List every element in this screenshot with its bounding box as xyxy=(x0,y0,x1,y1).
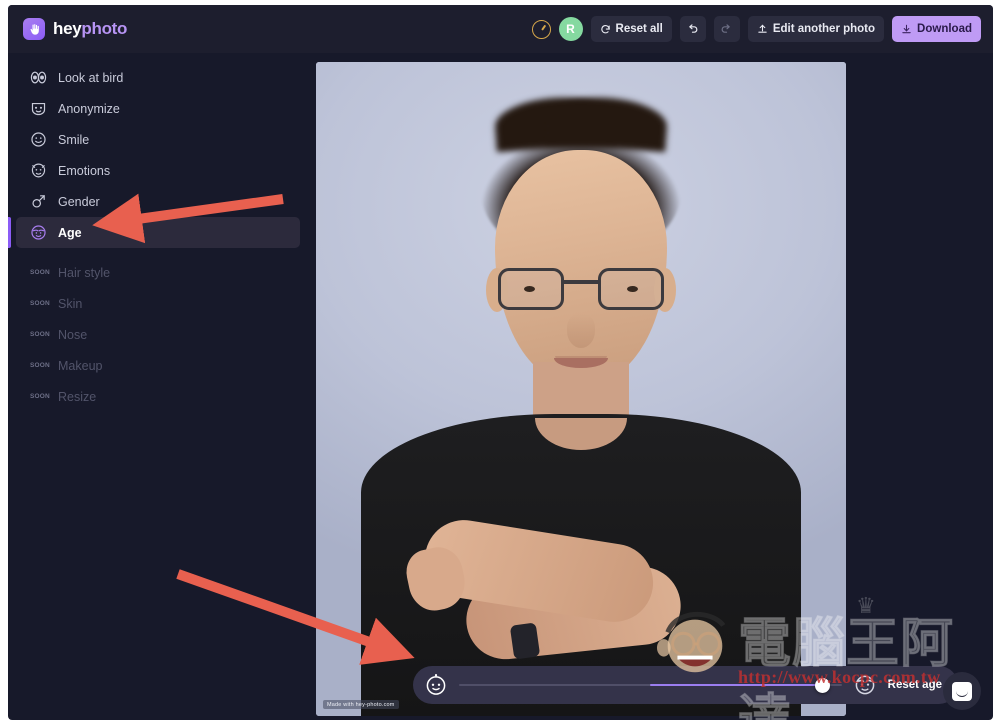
app-logo[interactable]: heyphoto xyxy=(23,18,127,40)
sidebar-item-hair-style: SOON Hair style xyxy=(16,257,300,288)
portrait-photo[interactable]: Made with hey-photo.com xyxy=(316,62,846,716)
redo-arrow-icon xyxy=(720,23,733,36)
age-slider-bar: Reset age xyxy=(413,666,958,704)
sidebar-item-label: Nose xyxy=(58,327,88,342)
redo-button[interactable] xyxy=(713,16,740,42)
reset-all-label: Reset all xyxy=(615,23,663,35)
logo-photo-text: photo xyxy=(81,19,128,38)
sidebar-item-label: Look at bird xyxy=(58,70,124,85)
baby-face-icon[interactable] xyxy=(423,672,449,698)
sidebar-item-label: Hair style xyxy=(58,265,111,280)
photo-wristwatch xyxy=(509,622,541,660)
waving-hand-icon xyxy=(23,18,45,40)
logo-hey-text: hey xyxy=(53,19,82,38)
sidebar-item-emotions[interactable]: Emotions xyxy=(16,155,300,186)
chat-widget-button[interactable] xyxy=(943,672,981,710)
heyphoto-app-window: heyphoto R Reset all Edit another photo … xyxy=(8,5,993,720)
soon-badge: SOON xyxy=(30,300,50,307)
edit-another-photo-label: Edit another photo xyxy=(772,23,876,35)
sidebar-item-label: Resize xyxy=(58,389,97,404)
age-face-icon xyxy=(30,224,47,241)
download-icon xyxy=(901,23,912,35)
glasses-bridge xyxy=(564,280,598,284)
smiley-icon xyxy=(30,131,47,148)
photo-stage: Made with hey-photo.com Reset age xyxy=(308,53,993,720)
sidebar-item-smile[interactable]: Smile xyxy=(16,124,300,155)
sidebar-top-spacer xyxy=(8,53,308,62)
slider-handle[interactable] xyxy=(815,677,831,693)
reset-all-button[interactable]: Reset all xyxy=(590,16,672,42)
sidebar-item-label: Anonymize xyxy=(58,101,120,116)
sidebar-item-label: Emotions xyxy=(58,163,111,178)
soon-badge: SOON xyxy=(30,331,50,338)
sidebar-item-age[interactable]: Age xyxy=(8,217,300,248)
sidebar-item-label: Skin xyxy=(58,296,83,311)
sidebar-item-label: Age xyxy=(58,225,82,240)
sidebar-item-label: Gender xyxy=(58,194,100,209)
photo-eye-left xyxy=(524,286,535,292)
reset-age-button[interactable]: Reset age xyxy=(888,679,948,691)
sidebar-item-makeup: SOON Makeup xyxy=(16,350,300,381)
photo-nose xyxy=(567,314,595,348)
slider-fill xyxy=(650,683,823,687)
sidebar-item-resize: SOON Resize xyxy=(16,381,300,412)
undo-button[interactable] xyxy=(679,16,706,42)
photo-eye-right xyxy=(627,286,638,292)
emotion-face-icon xyxy=(30,162,47,179)
age-slider[interactable] xyxy=(459,676,842,694)
logo-wordmark: heyphoto xyxy=(53,19,127,39)
edit-another-photo-button[interactable]: Edit another photo xyxy=(747,16,885,42)
sidebar-item-look-at-bird[interactable]: Look at bird xyxy=(16,62,300,93)
download-label: Download xyxy=(917,23,972,35)
photo-glasses xyxy=(498,268,664,312)
refresh-icon xyxy=(600,24,611,35)
mask-icon xyxy=(30,100,47,117)
header-actions: R Reset all Edit another photo Download xyxy=(531,16,981,42)
chat-bubble-icon xyxy=(952,681,972,701)
app-header: heyphoto R Reset all Edit another photo … xyxy=(8,5,993,53)
speedometer-icon[interactable] xyxy=(531,19,551,39)
sidebar-item-nose: SOON Nose xyxy=(16,319,300,350)
old-face-icon[interactable] xyxy=(852,672,878,698)
soon-badge: SOON xyxy=(30,362,50,369)
undo-arrow-icon xyxy=(686,23,699,36)
upload-icon xyxy=(757,23,768,35)
sidebar-item-skin: SOON Skin xyxy=(16,288,300,319)
avatar[interactable]: R xyxy=(558,17,583,41)
sidebar-item-label: Makeup xyxy=(58,358,103,373)
sidebar-item-gender[interactable]: Gender xyxy=(16,186,300,217)
sidebar-item-label: Smile xyxy=(58,132,90,147)
photo-watermark-label: Made with hey-photo.com xyxy=(323,700,399,709)
sidebar: Look at bird Anonymize Smile Emotions Ge… xyxy=(8,53,308,720)
eyes-icon xyxy=(30,69,47,86)
download-button[interactable]: Download xyxy=(892,16,981,42)
sidebar-item-anonymize[interactable]: Anonymize xyxy=(16,93,300,124)
soon-badge: SOON xyxy=(30,393,50,400)
soon-badge: SOON xyxy=(30,269,50,276)
gender-icon xyxy=(30,193,47,210)
sidebar-divider-spacer xyxy=(8,248,308,257)
